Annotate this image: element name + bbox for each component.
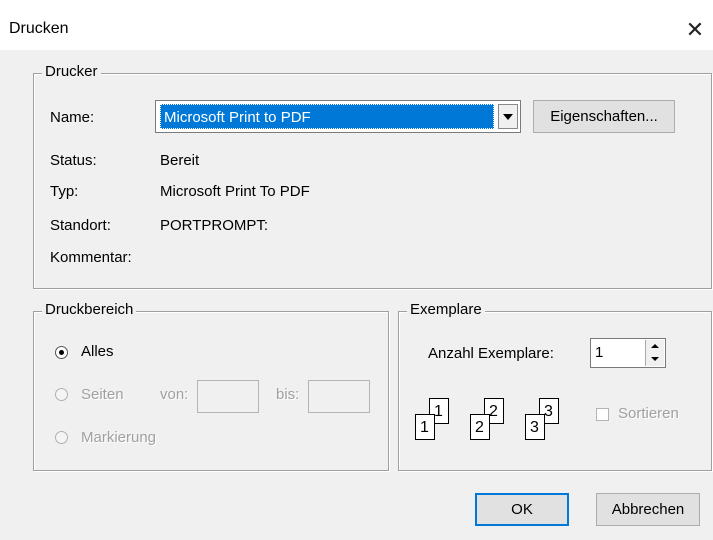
location-label: Standort: bbox=[50, 217, 111, 234]
comment-label: Kommentar: bbox=[50, 249, 132, 266]
status-value: Bereit bbox=[160, 152, 200, 169]
copies-group-label: Exemplare bbox=[407, 301, 485, 318]
dropdown-button[interactable] bbox=[498, 104, 518, 129]
page-front-icon: 2 bbox=[470, 414, 490, 440]
type-label: Typ: bbox=[50, 183, 79, 200]
copies-count-label: Anzahl Exemplare: bbox=[428, 345, 554, 362]
page-front-icon: 1 bbox=[415, 414, 435, 440]
ok-button[interactable]: OK bbox=[475, 493, 569, 526]
print-dialog: Drucken ✕ Drucker Name: Microsoft Print … bbox=[0, 0, 713, 540]
status-label: Status: bbox=[50, 152, 97, 169]
copies-group: Exemplare bbox=[398, 301, 712, 471]
page-front-icon: 3 bbox=[525, 414, 545, 440]
printer-name-select[interactable]: Microsoft Print to PDF bbox=[155, 100, 521, 133]
name-label: Name: bbox=[50, 109, 95, 126]
page-number: 2 bbox=[489, 403, 498, 420]
to-label: bis: bbox=[276, 386, 300, 403]
chevron-up-icon[interactable] bbox=[651, 344, 659, 348]
to-page-input[interactable] bbox=[308, 380, 370, 413]
page-number: 3 bbox=[544, 403, 553, 420]
page-number: 1 bbox=[434, 403, 443, 420]
radio-pages[interactable] bbox=[55, 388, 68, 401]
title-bar[interactable]: Drucken ✕ bbox=[0, 0, 713, 50]
spinner-buttons[interactable] bbox=[645, 340, 664, 366]
radio-selection-label[interactable]: Markierung bbox=[81, 429, 156, 446]
location-value: PORTPROMPT: bbox=[160, 217, 269, 234]
copies-count-spinner[interactable]: 1 bbox=[590, 338, 666, 368]
type-value: Microsoft Print To PDF bbox=[160, 183, 310, 200]
collate-checkbox[interactable] bbox=[596, 408, 609, 421]
cancel-button[interactable]: Abbrechen bbox=[596, 493, 700, 526]
window-title: Drucken bbox=[9, 20, 69, 37]
copies-count-value: 1 bbox=[595, 344, 604, 361]
chevron-down-icon bbox=[503, 114, 513, 120]
radio-selection[interactable] bbox=[55, 431, 68, 444]
radio-dot bbox=[59, 350, 64, 355]
chevron-down-icon[interactable] bbox=[651, 357, 659, 361]
from-page-input[interactable] bbox=[197, 380, 259, 413]
printer-group-label: Drucker bbox=[42, 63, 101, 80]
page-number: 1 bbox=[420, 419, 429, 436]
page-number: 2 bbox=[475, 419, 484, 436]
printer-name-value: Microsoft Print to PDF bbox=[160, 104, 494, 129]
from-label: von: bbox=[160, 386, 189, 403]
radio-pages-label[interactable]: Seiten bbox=[81, 386, 124, 403]
collate-label[interactable]: Sortieren bbox=[618, 405, 679, 422]
page-number: 3 bbox=[530, 419, 539, 436]
properties-button[interactable]: Eigenschaften... bbox=[533, 100, 675, 133]
print-range-group-label: Druckbereich bbox=[42, 301, 137, 318]
close-icon[interactable]: ✕ bbox=[677, 12, 713, 48]
radio-all[interactable] bbox=[55, 346, 68, 359]
radio-all-label[interactable]: Alles bbox=[81, 343, 114, 360]
